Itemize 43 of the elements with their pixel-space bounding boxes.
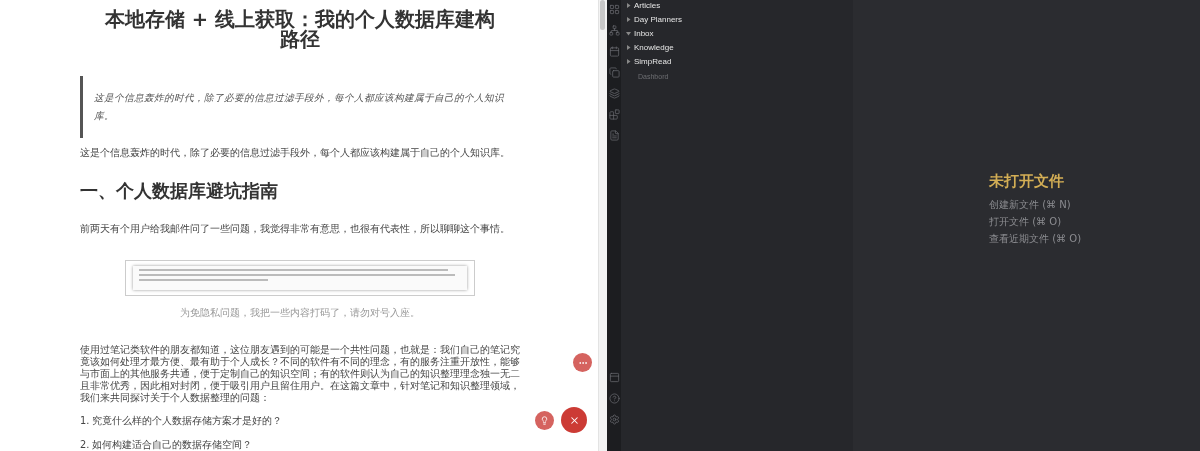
caret-right-icon — [626, 16, 631, 22]
folder-name: Articles — [634, 0, 661, 10]
help-icon[interactable] — [608, 391, 620, 406]
document-icon[interactable] — [608, 128, 620, 143]
blocks-icon[interactable] — [608, 107, 620, 122]
scrollbar-thumb[interactable] — [600, 0, 605, 30]
lightbulb-button[interactable] — [535, 411, 554, 430]
folder-name: SimpRead — [634, 56, 672, 66]
caret-right-icon — [626, 58, 631, 64]
action-link[interactable]: 打开文件 (⌘ O) — [989, 213, 1200, 230]
folder-name: Knowledge — [634, 42, 674, 52]
paragraph: 前两天有个用户给我邮件问了一些问题，我觉得非常有意思，也很有代表性，所以聊聊这个事情。 — [80, 221, 511, 236]
folder-item[interactable]: SimpRead — [621, 54, 853, 68]
folder-name: Day Planners — [634, 14, 683, 24]
calendar-icon[interactable] — [608, 44, 620, 59]
list-item: 2. 如何构建适合自己的数据存储空间？ — [80, 439, 254, 451]
paragraph: 这是个信息轰炸的时代，除了必要的信息过滤手段外，每个人都应该构建属于自己的个人知识库。 — [80, 145, 511, 160]
close-button[interactable] — [561, 407, 587, 433]
settings-icon[interactable] — [608, 412, 620, 427]
graph-icon[interactable] — [608, 23, 620, 38]
caret-right-icon — [626, 44, 631, 50]
close-icon — [568, 414, 580, 426]
lightbulb-icon — [540, 416, 549, 425]
action-link[interactable]: 查看近期文件 (⌘ O) — [989, 230, 1200, 247]
folder-item[interactable]: Articles — [621, 0, 853, 12]
folder-item[interactable]: Knowledge — [621, 40, 853, 54]
caret-down-icon — [626, 30, 631, 36]
grid-icon[interactable] — [608, 2, 620, 17]
copy-icon[interactable] — [608, 65, 620, 80]
folder-item[interactable]: Day Planners — [621, 12, 853, 26]
caret-right-icon — [626, 2, 631, 8]
empty-state-title: 未打开文件 — [989, 172, 1065, 191]
folder-item[interactable]: Inbox — [621, 26, 853, 40]
paragraph: 使用过笔记类软件的朋友都知道，这位朋友遇到的可能是一个共性问题，也就是：我们自己的笔记究竟该如何处理才最方便、最有助于个人成长？不同的软件有不同的理念，有的服务注重开放性，能够与市面上的其他服务共通，便于定制自己的知识空间；有的软件则认为自己的知识整理理念独一无二且非常优秀，因此相对封闭，便于吸引用户且留住用户。在这篇文章中，针对笔记和知识整理领域，我们来共同探讨关于个人数据整理的问题： — [80, 344, 520, 404]
stack-icon[interactable] — [608, 86, 620, 101]
action-link[interactable]: 创建新文件 (⌘ N) — [989, 196, 1200, 213]
list-item: 1. 究竟什么样的个人数据存储方案才是好的？ — [80, 415, 284, 428]
article-title: 本地存储 + 线上获取：我的个人数据库建构路径 — [104, 10, 496, 50]
panel-icon[interactable] — [608, 370, 620, 385]
more-button[interactable] — [573, 353, 592, 372]
blockquote: 这是个信息轰炸的时代，除了必要的信息过滤手段外，每个人都应该构建属于自己的个人知识库。 — [80, 76, 520, 138]
section-heading: 一、个人数据库避坑指南 — [80, 179, 279, 202]
folder-name: Inbox — [634, 28, 654, 38]
